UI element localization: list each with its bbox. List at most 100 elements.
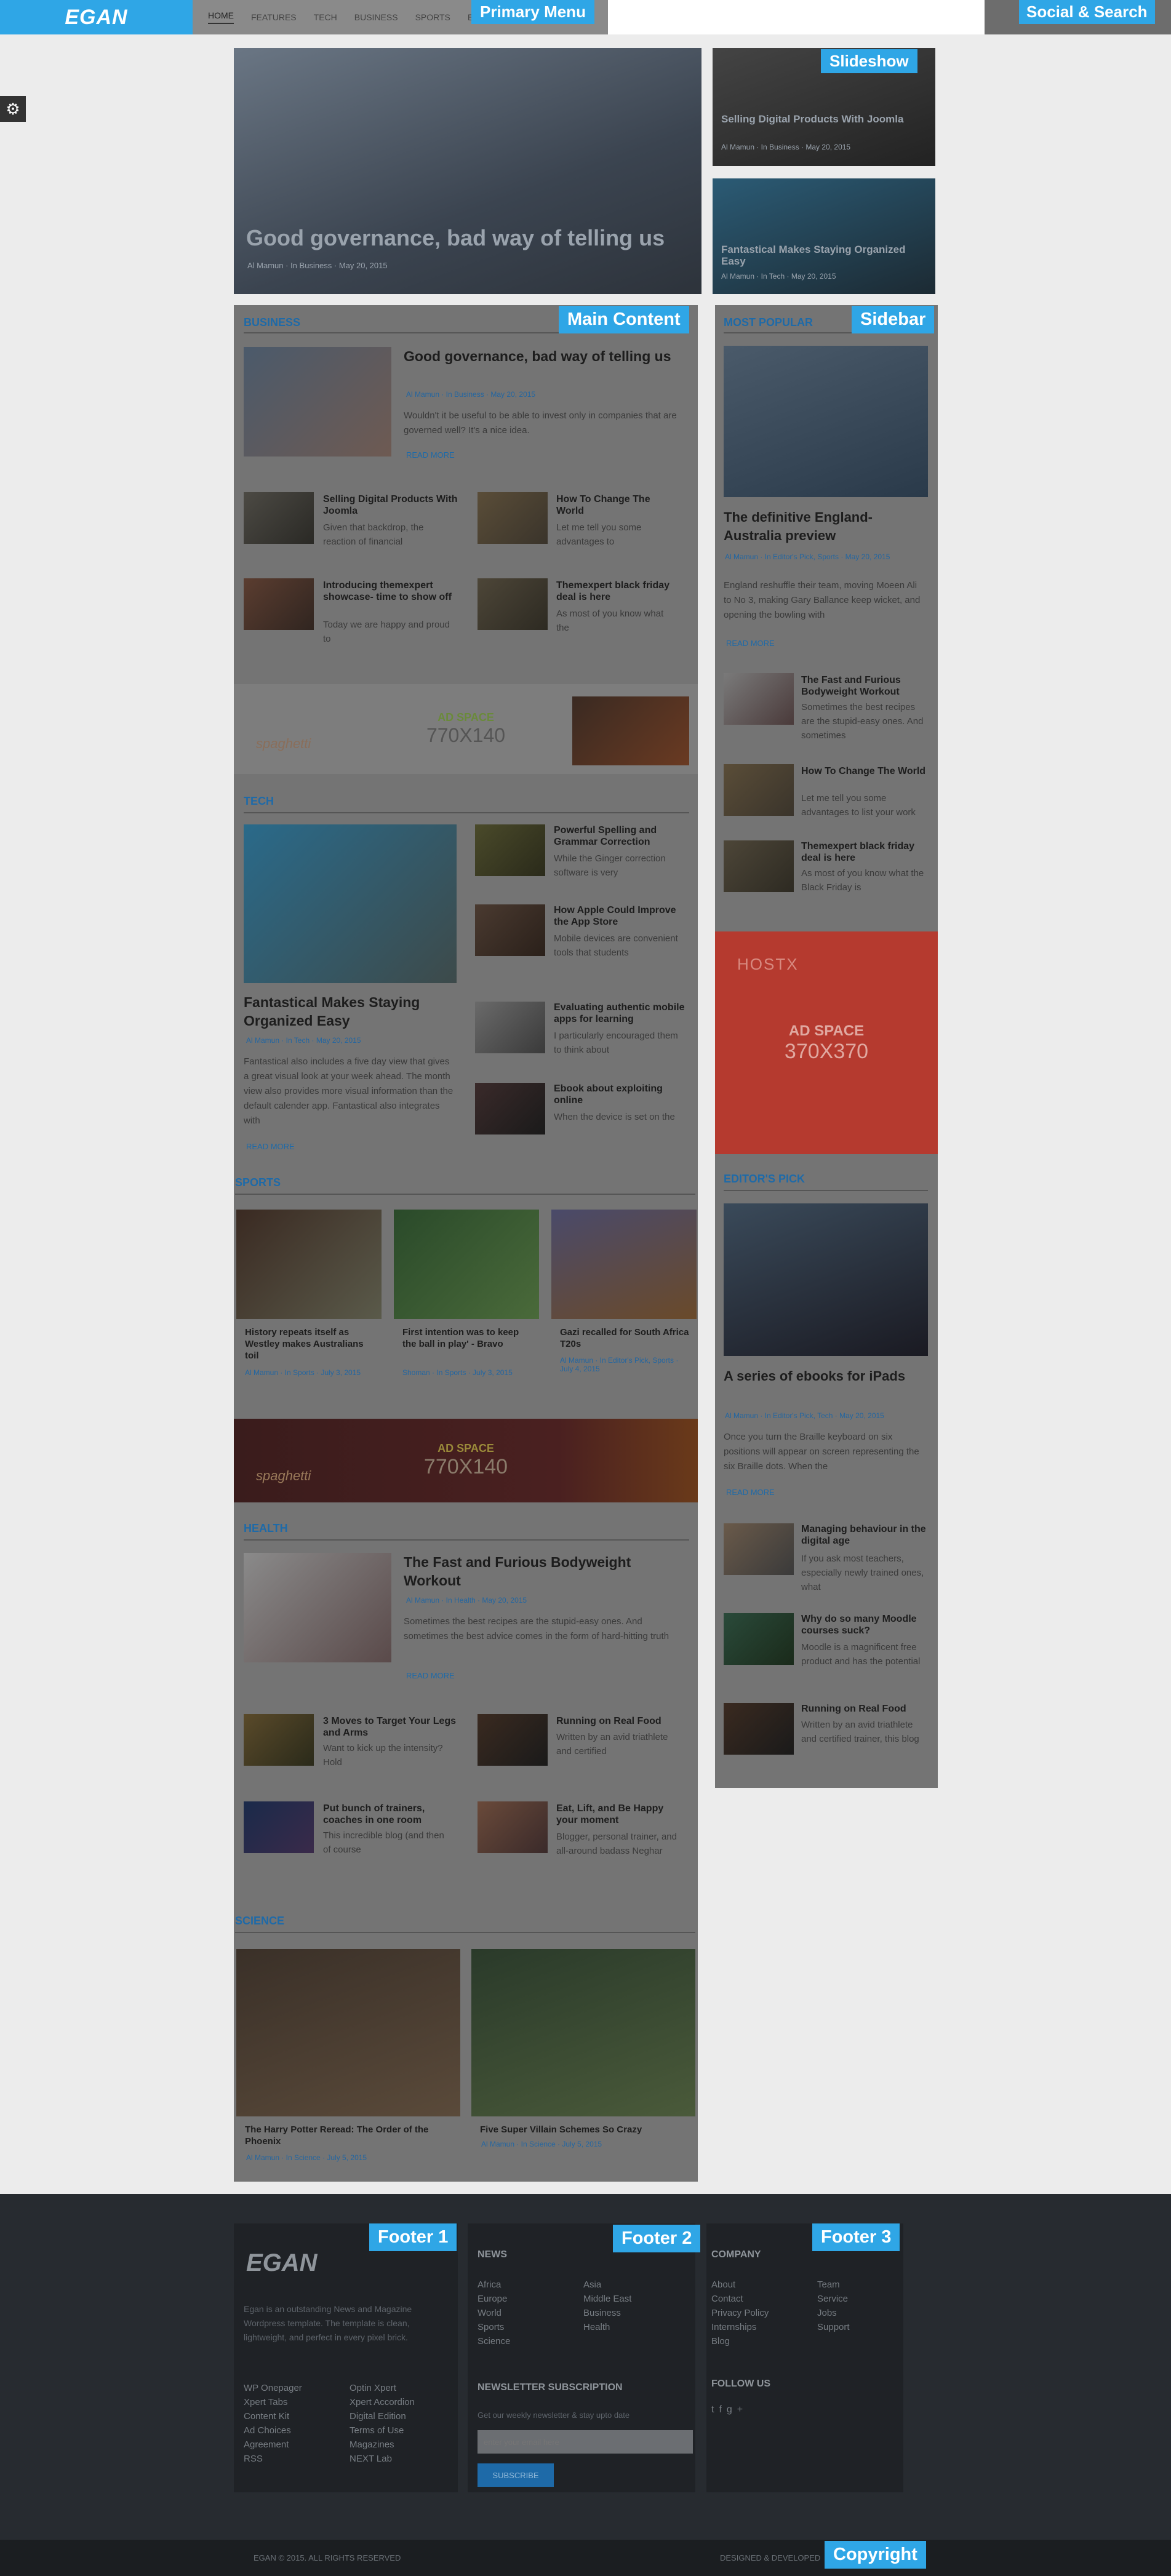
tech-lead-title[interactable]: Fantastical Makes Staying Organized Easy xyxy=(244,993,457,1030)
footer-link[interactable]: Xpert Accordion xyxy=(350,2395,415,2409)
footer-link[interactable]: Ad Choices xyxy=(244,2423,291,2438)
footer-link[interactable]: RSS xyxy=(244,2452,263,2466)
footer-link[interactable]: Privacy Policy xyxy=(711,2306,769,2320)
footer-link[interactable]: Europe xyxy=(478,2292,507,2306)
footer-logo[interactable]: EGAN xyxy=(246,2249,318,2277)
editors-read-more[interactable]: Read More xyxy=(726,1488,775,1497)
tech-item-title[interactable]: Evaluating authentic mobile apps for lea… xyxy=(554,1002,686,1025)
business-lead-title[interactable]: Good governance, bad way of telling us xyxy=(404,347,681,365)
footer-link[interactable]: Content Kit xyxy=(244,2409,289,2423)
business-item-thumb[interactable] xyxy=(244,492,314,544)
footer-link[interactable]: Sports xyxy=(478,2320,504,2334)
tech-item-thumb[interactable] xyxy=(475,1083,545,1134)
slideshow-side-2-title[interactable]: Fantastical Makes Staying Organized Easy xyxy=(721,244,906,267)
ad-space-1[interactable]: spaghetti AD SPACE 770X140 xyxy=(234,684,698,774)
business-item-title[interactable]: Selling Digital Products With Joomla xyxy=(323,493,458,517)
editors-lead-title[interactable]: A series of ebooks for iPads xyxy=(724,1367,927,1386)
menu-item-tech[interactable]: Tech xyxy=(314,12,337,22)
popular-read-more[interactable]: Read More xyxy=(726,639,775,648)
tech-item-title[interactable]: How Apple Could Improve the App Store xyxy=(554,904,683,928)
footer-link[interactable]: Magazines xyxy=(350,2438,394,2452)
science-item-image[interactable] xyxy=(471,1949,695,2116)
footer-link[interactable]: Xpert Tabs xyxy=(244,2395,287,2409)
sports-item-title[interactable]: Gazi recalled for South Africa T20s xyxy=(560,1326,689,1350)
footer-link[interactable]: Internships xyxy=(711,2320,756,2334)
health-item-thumb[interactable] xyxy=(478,1714,548,1766)
sports-item-image[interactable] xyxy=(394,1210,539,1319)
footer-link[interactable]: Asia xyxy=(583,2278,601,2292)
menu-item-home[interactable]: Home xyxy=(208,10,234,24)
health-item-title[interactable]: Put bunch of trainers, coaches in one ro… xyxy=(323,1803,458,1826)
menu-item-business[interactable]: Business xyxy=(354,12,398,22)
footer-link[interactable]: Science xyxy=(478,2334,510,2348)
editors-item-thumb[interactable] xyxy=(724,1523,794,1575)
footer-link[interactable]: About xyxy=(711,2278,735,2292)
popular-item-thumb[interactable] xyxy=(724,764,794,816)
ad-space-2[interactable]: spaghetti AD SPACE 770X140 xyxy=(234,1419,698,1502)
footer-link[interactable]: Business xyxy=(583,2306,621,2320)
footer-link[interactable]: Health xyxy=(583,2320,610,2334)
section-heading-most-popular[interactable]: Most Popular xyxy=(724,316,813,329)
health-read-more[interactable]: Read More xyxy=(406,1671,455,1680)
section-heading-tech[interactable]: Tech xyxy=(244,795,274,808)
footer-link[interactable]: World xyxy=(478,2306,502,2320)
popular-item-title[interactable]: Themexpert black friday deal is here xyxy=(801,840,927,864)
popular-item-thumb[interactable] xyxy=(724,673,794,725)
footer-link[interactable]: Service xyxy=(817,2292,848,2306)
editors-item-thumb[interactable] xyxy=(724,1613,794,1665)
tech-item-title[interactable]: Powerful Spelling and Grammar Correction xyxy=(554,824,683,848)
section-heading-business[interactable]: Business xyxy=(244,316,300,329)
footer-link[interactable]: Optin Xpert xyxy=(350,2381,396,2395)
tech-item-thumb[interactable] xyxy=(475,904,545,956)
site-logo[interactable]: EGAN xyxy=(0,0,193,34)
popular-lead-image[interactable] xyxy=(724,346,928,497)
health-item-thumb[interactable] xyxy=(244,1801,314,1853)
footer-link[interactable]: Africa xyxy=(478,2278,501,2292)
business-read-more[interactable]: Read More xyxy=(406,450,455,460)
business-item-thumb[interactable] xyxy=(478,578,548,630)
ad-space-3[interactable]: HOSTX AD SPACE 370X370 xyxy=(715,931,938,1154)
slideshow-side-1-title[interactable]: Selling Digital Products With Joomla xyxy=(721,113,906,125)
footer-link[interactable]: Agreement xyxy=(244,2438,289,2452)
settings-gear-icon[interactable]: ⚙ xyxy=(0,96,26,122)
section-heading-sports[interactable]: Sports xyxy=(235,1176,281,1189)
slideshow-main-title[interactable]: Good governance, bad way of telling us xyxy=(246,225,665,251)
tech-item-thumb[interactable] xyxy=(475,824,545,876)
editors-item-title[interactable]: Running on Real Food xyxy=(801,1703,927,1715)
section-heading-health[interactable]: Health xyxy=(244,1522,288,1535)
business-item-thumb[interactable] xyxy=(478,492,548,544)
popular-lead-title[interactable]: The definitive England-Australia preview xyxy=(724,508,927,545)
popular-item-thumb[interactable] xyxy=(724,840,794,892)
science-item-title[interactable]: Five Super Villain Schemes So Crazy xyxy=(480,2124,689,2135)
popular-item-title[interactable]: The Fast and Furious Bodyweight Workout xyxy=(801,674,927,698)
editors-item-title[interactable]: Why do so many Moodle courses suck? xyxy=(801,1613,927,1637)
twitter-icon[interactable]: t xyxy=(711,2404,719,2415)
tech-read-more[interactable]: Read More xyxy=(246,1142,295,1151)
menu-item-features[interactable]: Features xyxy=(251,12,297,22)
business-item-thumb[interactable] xyxy=(244,578,314,630)
section-heading-science[interactable]: Science xyxy=(235,1915,284,1928)
footer-link[interactable]: Jobs xyxy=(817,2306,837,2320)
footer-link[interactable]: Blog xyxy=(711,2334,730,2348)
tech-item-title[interactable]: Ebook about exploiting online xyxy=(554,1083,683,1106)
popular-item-title[interactable]: How To Change The World xyxy=(801,765,927,777)
slideshow-main[interactable]: Good governance, bad way of telling us A… xyxy=(234,48,701,294)
science-item-title[interactable]: The Harry Potter Reread: The Order of th… xyxy=(245,2124,454,2147)
tech-item-thumb[interactable] xyxy=(475,1002,545,1053)
business-item-title[interactable]: Introducing themexpert showcase- time to… xyxy=(323,580,458,603)
editors-lead-image[interactable] xyxy=(724,1203,928,1356)
google-plus-icon[interactable]: g+ xyxy=(727,2404,748,2415)
health-item-thumb[interactable] xyxy=(244,1714,314,1766)
science-item-image[interactable] xyxy=(236,1949,460,2116)
business-item-title[interactable]: Themexpert black friday deal is here xyxy=(556,580,679,603)
health-lead-title[interactable]: The Fast and Furious Bodyweight Workout xyxy=(404,1553,681,1590)
footer-link[interactable]: Team xyxy=(817,2278,840,2292)
health-item-thumb[interactable] xyxy=(478,1801,548,1853)
footer-link[interactable]: Terms of Use xyxy=(350,2423,404,2438)
facebook-icon[interactable]: f xyxy=(719,2404,726,2415)
business-lead-image[interactable] xyxy=(244,347,391,457)
footer-link[interactable]: Middle East xyxy=(583,2292,631,2306)
editors-item-title[interactable]: Managing behaviour in the digital age xyxy=(801,1523,927,1547)
health-item-title[interactable]: Running on Real Food xyxy=(556,1715,679,1727)
search-area[interactable] xyxy=(608,0,985,34)
